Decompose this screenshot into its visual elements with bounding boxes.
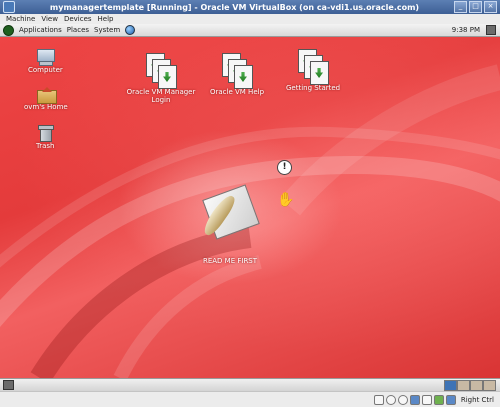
guest-top-panel: Applications Places System 9:38 PM: [0, 24, 500, 37]
desktop-icon-label: Getting Started: [286, 84, 341, 92]
workspace-3[interactable]: [470, 379, 483, 391]
readme-quill-icon: [200, 183, 260, 241]
document-stack-icon: [222, 53, 253, 89]
menu-view[interactable]: View: [41, 15, 58, 23]
gnome-foot-icon[interactable]: [3, 24, 14, 36]
desktop-icon-label: ovm's Home: [24, 103, 68, 111]
host-key-label: Right Ctrl: [460, 395, 494, 404]
vbox-statusbar: Right Ctrl: [0, 391, 500, 407]
document-stack-icon: [146, 53, 177, 89]
hand-cursor-icon: ✋: [277, 192, 295, 208]
window-title: mymanagertemplate [Running] - Oracle VM …: [49, 2, 420, 12]
desktop-icon-getting-started[interactable]: Getting Started: [286, 49, 340, 92]
panel-clock[interactable]: 9:38 PM: [452, 26, 480, 34]
workspace-4[interactable]: [483, 379, 496, 391]
desktop-icon-trash[interactable]: Trash: [36, 125, 55, 150]
document-stack-icon: [298, 49, 330, 85]
maximize-button[interactable]: □: [469, 1, 482, 13]
network-icon[interactable]: [486, 25, 496, 35]
optical-drive-icon[interactable]: [385, 394, 396, 405]
mouse-integration-icon[interactable]: [445, 394, 456, 405]
window-titlebar[interactable]: mymanagertemplate [Running] - Oracle VM …: [0, 0, 500, 15]
network-adapter-icon[interactable]: [409, 394, 420, 405]
minimize-button[interactable]: _: [454, 1, 467, 13]
guest-desktop[interactable]: Computer ovm's Home Trash Oracle VM Mana…: [0, 37, 500, 378]
desktop-icon-label: Trash: [36, 142, 55, 150]
trash-icon: [38, 125, 55, 142]
panel-menu-system[interactable]: System: [94, 26, 120, 34]
desktop-icon-label: Oracle VM Manager Login: [126, 88, 196, 104]
workspace-switcher: [444, 379, 496, 391]
desktop-icon-readme[interactable]: READ ME FIRST: [200, 183, 260, 265]
desktop-icon-label: Oracle VM Help: [210, 88, 265, 96]
audio-icon[interactable]: [397, 394, 408, 405]
computer-icon: [36, 49, 56, 66]
desktop-icon-label: Computer: [28, 66, 63, 74]
menu-devices[interactable]: Devices: [64, 15, 92, 23]
close-button[interactable]: ×: [484, 1, 497, 13]
panel-menu-applications[interactable]: Applications: [19, 26, 62, 34]
panel-menu-places[interactable]: Places: [67, 26, 89, 34]
workspace-1[interactable]: [444, 379, 457, 391]
shared-folders-icon[interactable]: [433, 394, 444, 405]
show-desktop-icon[interactable]: [3, 380, 14, 390]
guest-bottom-panel: [0, 378, 500, 391]
menu-help[interactable]: Help: [98, 15, 114, 23]
home-folder-icon: [36, 87, 57, 104]
menu-machine[interactable]: Machine: [6, 15, 35, 23]
exclamation-icon[interactable]: !: [277, 160, 292, 175]
desktop-icon-manager-login[interactable]: Oracle VM Manager Login: [126, 53, 196, 104]
desktop-icon-computer[interactable]: Computer: [28, 49, 63, 74]
usb-icon[interactable]: [421, 394, 432, 405]
desktop-icon-label: READ ME FIRST: [202, 257, 258, 265]
workspace-2[interactable]: [457, 379, 470, 391]
desktop-icon-home[interactable]: ovm's Home: [24, 87, 68, 111]
web-browser-icon[interactable]: [125, 25, 136, 35]
desktop-icon-vm-help[interactable]: Oracle VM Help: [210, 53, 264, 96]
hard-disk-icon[interactable]: [373, 394, 384, 405]
virtualbox-icon: [3, 1, 15, 13]
